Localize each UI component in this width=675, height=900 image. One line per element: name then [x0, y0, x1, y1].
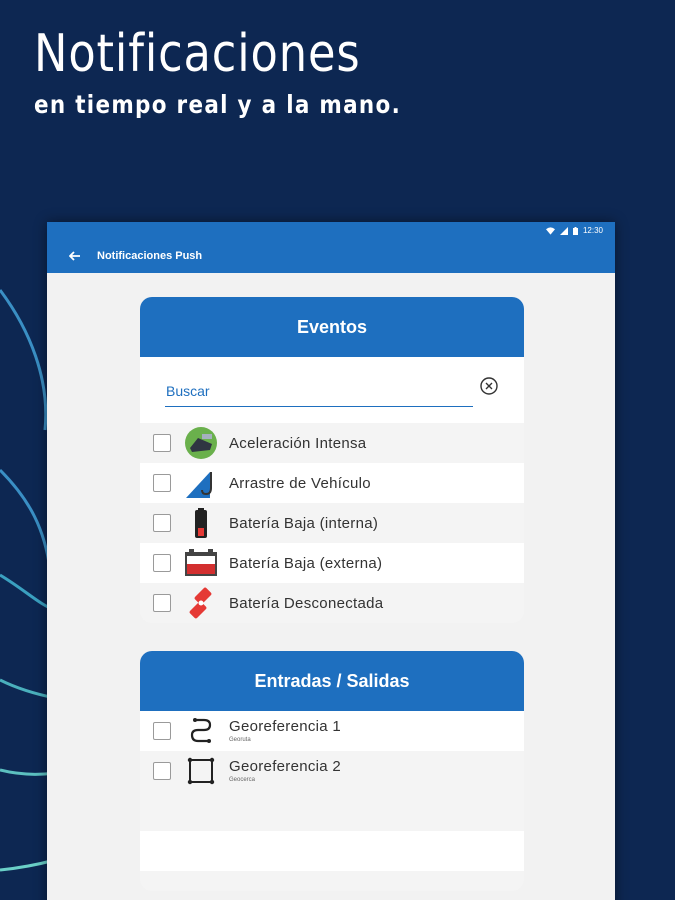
acceleration-icon [183, 425, 219, 461]
event-row-bateria-desconectada[interactable]: Batería Desconectada [140, 583, 524, 623]
io-row-georeferencia-1[interactable]: Georeferencia 1 Georuta [140, 711, 524, 751]
io-checkbox[interactable] [153, 762, 171, 780]
wifi-icon [545, 226, 555, 235]
search-container [140, 357, 524, 423]
event-row-arrastre[interactable]: Arrastre de Vehículo [140, 463, 524, 503]
event-checkbox[interactable] [153, 594, 171, 612]
event-label: Batería Baja (interna) [229, 514, 379, 532]
event-checkbox[interactable] [153, 474, 171, 492]
device-screen: 12:30 Notificaciones Push Eventos Buscar… [47, 222, 615, 900]
battery-disconnected-icon [183, 585, 219, 621]
clear-search-button[interactable] [480, 377, 498, 395]
geofence-icon [183, 753, 219, 789]
empty-row [140, 791, 524, 831]
empty-row [140, 831, 524, 871]
event-row-bateria-interna[interactable]: Batería Baja (interna) [140, 503, 524, 543]
arrow-left-icon [69, 251, 80, 261]
promo-subtitle: en tiempo real y a la mano. [34, 90, 402, 119]
app-bar: Notificaciones Push [47, 239, 615, 273]
battery-icon [572, 226, 578, 235]
event-label: Arrastre de Vehículo [229, 474, 371, 492]
io-checkbox[interactable] [153, 722, 171, 740]
event-row-bateria-externa[interactable]: Batería Baja (externa) [140, 543, 524, 583]
event-label: Batería Baja (externa) [229, 554, 383, 572]
event-row-aceleracion[interactable]: Aceleración Intensa [140, 423, 524, 463]
car-battery-icon [183, 545, 219, 581]
io-row-georeferencia-2[interactable]: Georeferencia 2 Geocerca [140, 751, 524, 791]
event-checkbox[interactable] [153, 514, 171, 532]
promo-title: Notificaciones [34, 24, 361, 84]
event-checkbox[interactable] [153, 434, 171, 452]
battery-low-internal-icon [183, 505, 219, 541]
io-label: Georeferencia 1 [229, 717, 342, 735]
io-sublabel: Georuta [229, 736, 251, 743]
tow-hook-icon [183, 465, 219, 501]
route-icon [183, 713, 219, 749]
app-bar-title: Notificaciones Push [97, 250, 203, 262]
events-card-title: Eventos [140, 297, 524, 357]
status-time: 12:30 [582, 226, 603, 235]
status-bar: 12:30 [47, 222, 615, 239]
io-card: Entradas / Salidas Georeferencia 1 Georu… [140, 651, 524, 891]
search-input[interactable] [165, 375, 473, 407]
event-checkbox[interactable] [153, 554, 171, 572]
events-card: Eventos Aceleración Intensa [140, 297, 524, 623]
clear-circle-icon [480, 377, 498, 395]
io-card-title: Entradas / Salidas [140, 651, 524, 711]
io-label: Georeferencia 2 [229, 757, 342, 775]
signal-icon [559, 226, 568, 235]
back-button[interactable] [67, 248, 83, 264]
io-sublabel: Geocerca [229, 776, 256, 783]
event-label: Aceleración Intensa [229, 434, 367, 452]
event-label: Batería Desconectada [229, 594, 384, 612]
